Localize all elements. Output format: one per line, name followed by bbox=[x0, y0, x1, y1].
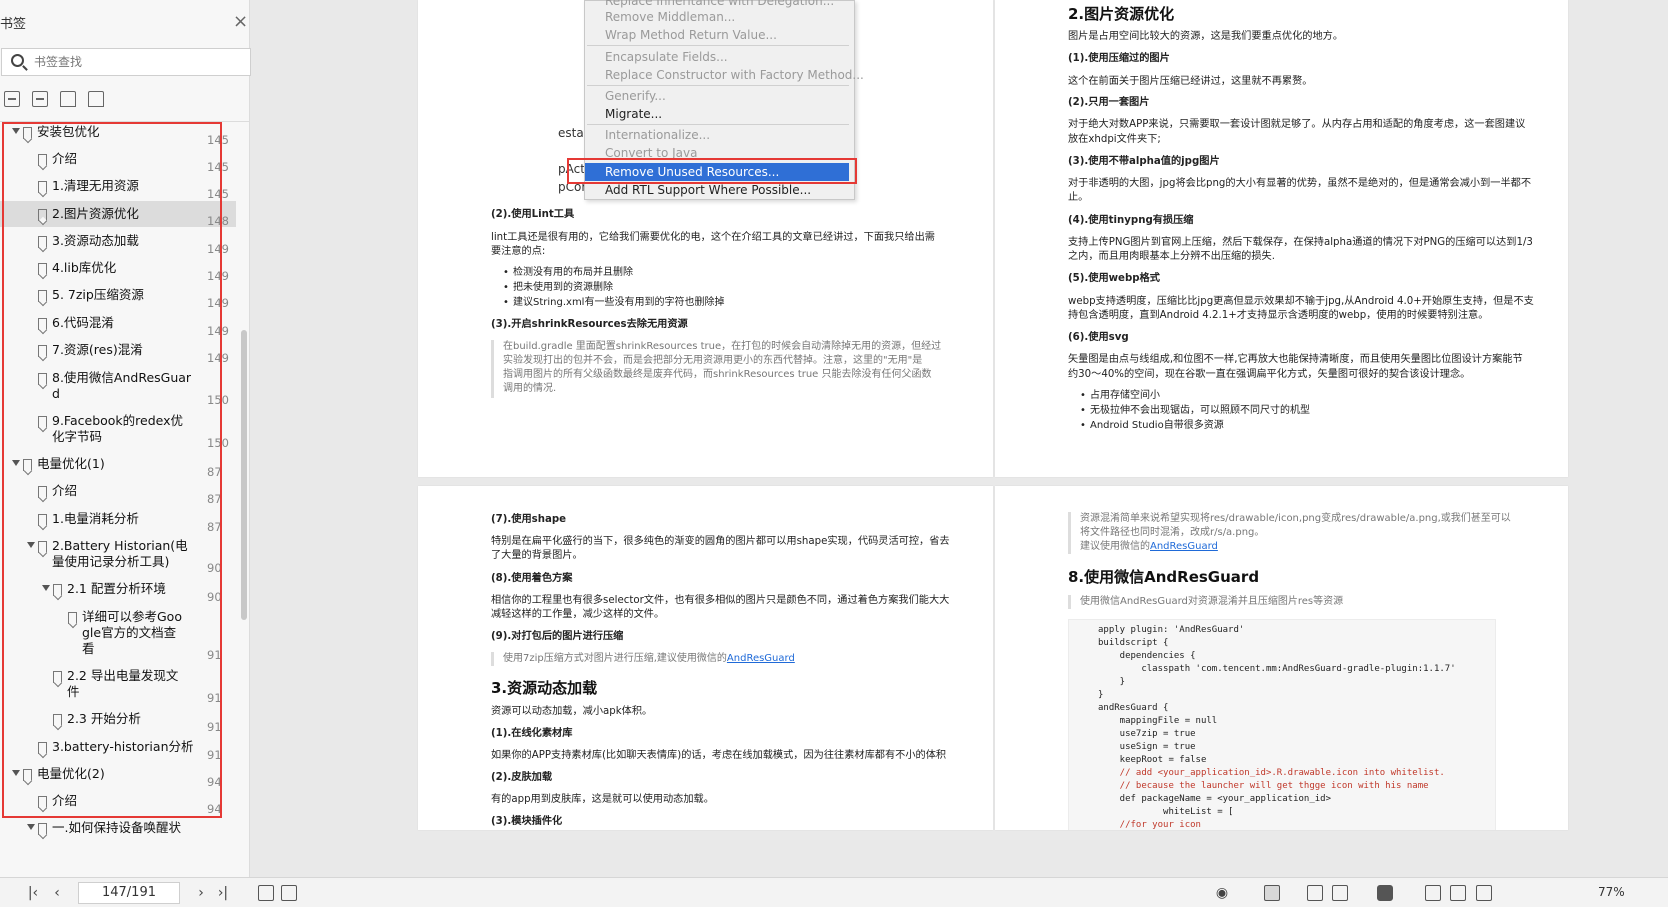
code-block: apply plugin: 'AndResGuard' buildscript … bbox=[1068, 619, 1496, 830]
tree-item[interactable]: 一.如何保持设备唤醒状 bbox=[0, 820, 236, 840]
quote-block: 使用微信AndResGuard对资源混淆并且压缩图片res等资源 bbox=[1068, 595, 1343, 609]
tree-item[interactable]: 安装包优化 145 bbox=[0, 124, 236, 147]
bottom-toolbar: |‹ ‹ 147/191 › ›| ◉ 77% bbox=[0, 877, 1668, 907]
play-icon[interactable] bbox=[1377, 885, 1393, 901]
menu-item-generify[interactable]: Generify... bbox=[605, 87, 666, 105]
tree-item[interactable]: 2.1 配置分析环境 90 bbox=[0, 581, 236, 604]
bookmark-search-input[interactable] bbox=[34, 53, 234, 71]
quote-block: 资源混淆简单来说希望实现将res/drawable/icon,png变成res/… bbox=[1068, 512, 1511, 554]
eye-icon[interactable]: ◉ bbox=[1213, 884, 1231, 902]
expand-all-icon[interactable] bbox=[4, 91, 20, 107]
bookmark-icon bbox=[38, 181, 47, 193]
search-icon bbox=[11, 54, 24, 67]
bookmark-icon bbox=[38, 796, 47, 808]
tree-item[interactable]: 介绍 87 bbox=[0, 483, 236, 506]
menu-item-migrate[interactable]: Migrate... bbox=[605, 105, 662, 123]
add-bookmark-icon[interactable] bbox=[60, 91, 76, 107]
menu-item-internationalize[interactable]: Internationalize... bbox=[605, 126, 710, 144]
tree-item[interactable]: 电量优化(1) 87 bbox=[0, 456, 236, 479]
last-page-icon[interactable]: ›| bbox=[214, 884, 232, 902]
bookmark-icon bbox=[38, 154, 47, 166]
pdf-reader-window: 书签 × 安装包优化 145 介绍 145 bbox=[0, 0, 1668, 907]
collapse-all-icon[interactable] bbox=[32, 91, 48, 107]
actual-size-icon[interactable] bbox=[1425, 885, 1441, 901]
double-page-icon[interactable] bbox=[1332, 885, 1348, 901]
bookmark-sidebar: 书签 × 安装包优化 145 介绍 145 bbox=[0, 0, 251, 877]
bookmark-icon bbox=[38, 823, 47, 835]
bookmark-search-box[interactable] bbox=[1, 48, 251, 76]
sidebar-title: 书签 bbox=[0, 17, 27, 32]
menu-item-remove-middleman[interactable]: Remove Middleman... bbox=[605, 8, 735, 26]
bookmark-icon bbox=[23, 459, 32, 471]
tree-item[interactable]: 2.2 导出电量发现文 件 91 bbox=[0, 668, 236, 705]
bookmark-icon bbox=[38, 318, 47, 330]
bookmark-icon bbox=[38, 541, 47, 553]
tree-item[interactable]: 1.清理无用资源 145 bbox=[0, 178, 236, 201]
refactor-context-menu: Replace Inheritance with Delegation... R… bbox=[584, 0, 864, 200]
bookmark-icon bbox=[38, 486, 47, 498]
tree-item[interactable]: 介绍 94 bbox=[0, 793, 236, 816]
quote-block: 使用7zip压缩方式对图片进行压缩,建议使用微信的AndResGuard bbox=[491, 652, 795, 666]
tree-item[interactable]: 1.电量消耗分析 87 bbox=[0, 511, 236, 534]
tree-item[interactable]: 9.Facebook的redex优 化字节码 150 bbox=[0, 413, 236, 450]
fit-width-icon[interactable] bbox=[258, 885, 274, 901]
tree-item[interactable]: 介绍 145 bbox=[0, 151, 236, 174]
bookmark-icon bbox=[38, 742, 47, 754]
bookmark-icon bbox=[53, 714, 62, 726]
menu-item-rtl-support[interactable]: Add RTL Support Where Possible... bbox=[605, 181, 811, 199]
tree-item[interactable]: 6.代码混淆 149 bbox=[0, 315, 236, 338]
tree-item[interactable]: 7.资源(res)混淆 149 bbox=[0, 342, 236, 365]
bookmark-icon[interactable] bbox=[88, 91, 104, 107]
tree-item[interactable]: 3.资源动态加载 149 bbox=[0, 233, 236, 256]
bookmark-icon bbox=[38, 373, 47, 385]
menu-item-encapsulate[interactable]: Encapsulate Fields... bbox=[605, 48, 728, 66]
bookmark-icon bbox=[38, 209, 47, 221]
prev-page-icon[interactable]: ‹ bbox=[48, 884, 66, 902]
bookmark-icon bbox=[53, 584, 62, 596]
bookmark-icon bbox=[38, 263, 47, 275]
bookmark-icon bbox=[38, 345, 47, 357]
tree-item[interactable]: 详细可以参考Goo gle官方的文档查 看 91 bbox=[0, 609, 236, 662]
fit-page-icon[interactable] bbox=[281, 885, 297, 901]
menu-item-factory[interactable]: Replace Constructor with Factory Method.… bbox=[605, 66, 864, 84]
document-page: (7).使用shape 特别是在扁平化盛行的当下，很多纯色的渐变的圆角的图片都可… bbox=[418, 486, 993, 830]
fit-screen-icon[interactable] bbox=[1450, 885, 1466, 901]
bookmark-icon bbox=[38, 290, 47, 302]
page-number-input[interactable]: 147/191 bbox=[78, 882, 180, 904]
single-page-icon[interactable] bbox=[1264, 885, 1280, 901]
andresguard-link[interactable]: AndResGuard bbox=[727, 653, 795, 664]
sidebar-scrollbar[interactable] bbox=[241, 330, 247, 620]
tree-item[interactable]: 8.使用微信AndResGuar d 150 bbox=[0, 370, 236, 407]
tree-item[interactable]: 电量优化(2) 94 bbox=[0, 766, 236, 789]
menu-item-wrap-return[interactable]: Wrap Method Return Value... bbox=[605, 26, 777, 44]
document-page: 2.图片资源优化 图片是占用空间比较大的资源，这是我们要重点优化的地方。 (1)… bbox=[995, 0, 1568, 477]
tree-item[interactable]: 2.Battery Historian(电 量使用记录分析工具) 90 bbox=[0, 538, 236, 575]
quote-block: 在build.gradle 里面配置shrinkResources true，在… bbox=[491, 340, 941, 398]
document-page: 资源混淆简单来说希望实现将res/drawable/icon,png变成res/… bbox=[995, 486, 1568, 830]
tree-item[interactable]: 2.3 开始分析 91 bbox=[0, 711, 236, 734]
crop-icon[interactable] bbox=[1476, 885, 1492, 901]
menu-item-convert-java[interactable]: Convert to Java bbox=[605, 144, 697, 162]
bookmark-icon bbox=[38, 514, 47, 526]
bookmark-icon bbox=[38, 236, 47, 248]
tree-item[interactable]: 4.lib库优化 149 bbox=[0, 260, 236, 283]
tree-item[interactable]: 5. 7zip压缩资源 149 bbox=[0, 287, 236, 310]
bookmark-icon bbox=[23, 127, 32, 139]
bookmark-icon bbox=[53, 671, 62, 683]
menu-item-remove-unused-resources[interactable]: Remove Unused Resources... bbox=[585, 163, 849, 181]
bookmark-icon bbox=[38, 416, 47, 428]
tree-item[interactable]: 3.battery-historian分析 91 bbox=[0, 739, 236, 762]
continuous-page-icon[interactable] bbox=[1307, 885, 1323, 901]
andresguard-link[interactable]: AndResGuard bbox=[1150, 541, 1218, 552]
first-page-icon[interactable]: |‹ bbox=[24, 884, 42, 902]
tree-item-selected[interactable]: 2.图片资源优化 148 bbox=[0, 201, 236, 228]
next-page-icon[interactable]: › bbox=[192, 884, 210, 902]
bookmark-icon bbox=[23, 769, 32, 781]
bookmark-tree: 安装包优化 145 介绍 145 1.清理无用资源 145 2.图片资源优化 1… bbox=[0, 122, 236, 877]
bookmark-icon bbox=[68, 612, 77, 624]
close-icon[interactable]: × bbox=[233, 13, 248, 31]
zoom-level[interactable]: 77% bbox=[1598, 885, 1625, 899]
